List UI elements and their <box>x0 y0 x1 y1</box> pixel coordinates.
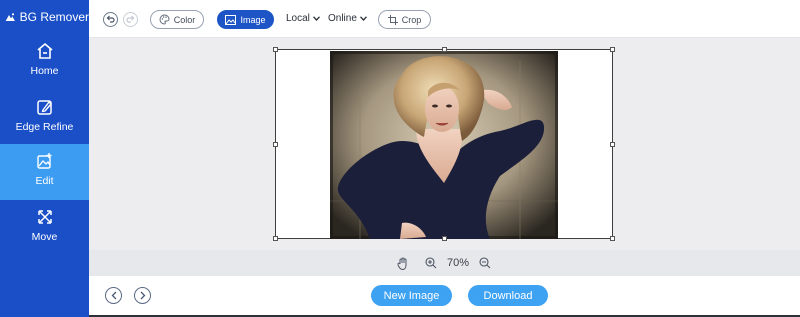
undo-button[interactable] <box>103 12 118 27</box>
image-tab-label: Image <box>240 14 266 25</box>
app-window: BG Remover Home Edge Refine Edit Move Co… <box>0 0 800 317</box>
sidebar-item-home[interactable]: Home <box>0 34 89 90</box>
zoom-level: 70% <box>447 257 470 269</box>
editor-canvas <box>89 38 800 250</box>
next-button[interactable] <box>134 287 151 304</box>
subject-photo <box>330 51 558 239</box>
chevron-down-icon <box>312 16 320 21</box>
brand: BG Remover <box>0 0 89 34</box>
sidebar: BG Remover Home Edge Refine Edit Move <box>0 0 89 317</box>
resize-handle-e[interactable] <box>610 142 615 147</box>
mountain-logo-icon <box>5 13 15 21</box>
online-dropdown[interactable]: Online <box>328 13 367 24</box>
palette-icon <box>159 14 170 25</box>
chevron-right-icon <box>140 291 145 300</box>
redo-icon <box>126 15 135 23</box>
resize-handle-nw[interactable] <box>273 47 278 52</box>
resize-handle-sw[interactable] <box>273 236 278 241</box>
crop-button[interactable]: Crop <box>378 10 431 29</box>
color-tab-label: Color <box>173 14 196 25</box>
crop-selection-box[interactable] <box>273 47 615 241</box>
undo-icon <box>106 15 115 23</box>
app-title: BG Remover <box>19 10 89 24</box>
sidebar-item-move[interactable]: Move <box>0 200 89 256</box>
download-button[interactable]: Download <box>468 285 548 306</box>
bottom-bar: New Image Download <box>89 276 800 315</box>
crop-icon <box>387 14 398 25</box>
local-dropdown-label: Local <box>286 13 310 24</box>
online-dropdown-label: Online <box>328 13 357 24</box>
zoom-in-icon[interactable] <box>425 257 437 269</box>
resize-handle-se[interactable] <box>610 236 615 241</box>
image-tab-button[interactable]: Image <box>217 10 274 29</box>
sidebar-item-edit[interactable]: Edit <box>0 144 89 200</box>
new-image-button[interactable]: New Image <box>371 285 452 306</box>
sidebar-item-label: Edge Refine <box>15 121 74 133</box>
resize-handle-s[interactable] <box>442 236 447 241</box>
resize-handle-ne[interactable] <box>610 47 615 52</box>
resize-handle-n[interactable] <box>442 47 447 52</box>
sidebar-item-label: Home <box>30 65 59 77</box>
resize-handle-w[interactable] <box>273 142 278 147</box>
sidebar-item-edge-refine[interactable]: Edge Refine <box>0 90 89 146</box>
color-tab-button[interactable]: Color <box>150 10 204 29</box>
zoom-out-icon[interactable] <box>479 257 491 269</box>
edge-refine-icon <box>36 100 52 115</box>
redo-button[interactable] <box>123 12 138 27</box>
download-label: Download <box>483 289 533 302</box>
crop-label: Crop <box>401 14 422 25</box>
zoom-bar: 70% <box>89 250 800 276</box>
chevron-down-icon <box>359 16 367 21</box>
chevron-left-icon <box>111 291 116 300</box>
top-toolbar: Color Image Local Online Crop <box>89 0 800 38</box>
move-arrows-icon <box>37 210 52 224</box>
home-icon <box>36 43 53 59</box>
local-dropdown[interactable]: Local <box>286 13 320 24</box>
image-icon <box>225 14 237 25</box>
sidebar-item-label: Edit <box>35 175 54 187</box>
edit-image-icon <box>36 153 51 169</box>
previous-button[interactable] <box>105 287 122 304</box>
sidebar-item-label: Move <box>31 231 58 243</box>
new-image-label: New Image <box>383 289 440 302</box>
hand-icon[interactable] <box>397 257 409 270</box>
